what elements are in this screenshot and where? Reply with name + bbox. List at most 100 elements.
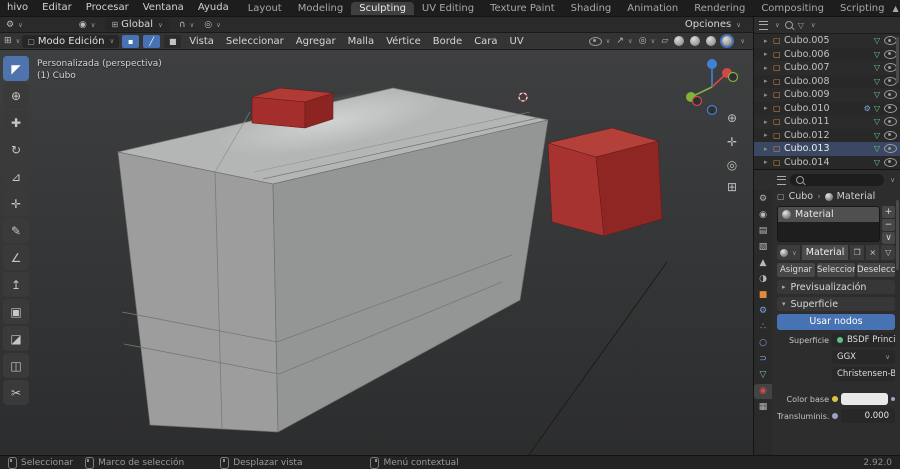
workspace-tab-texture-paint[interactable]: Texture Paint [482, 2, 563, 15]
slot-specials-button[interactable]: ∨ [882, 232, 895, 244]
workspace-tab-uv-editing[interactable]: UV Editing [414, 2, 482, 15]
shading-rendered-button[interactable] [722, 36, 733, 46]
properties-search-input[interactable] [790, 174, 885, 186]
navigation-gizmo[interactable] [686, 59, 739, 116]
scene-canvas[interactable] [30, 50, 753, 455]
outliner-row-cubo-012[interactable]: ▸ ▢ Cubo.012 ▽ [754, 129, 900, 143]
breadcrumb-object[interactable]: Cubo [789, 191, 814, 202]
shading-material-button[interactable] [706, 36, 717, 46]
face-select-mode-button[interactable]: ■ [164, 34, 182, 48]
render-properties-tab[interactable]: ◉ [755, 208, 771, 223]
breadcrumb-data[interactable]: Material [837, 191, 876, 202]
camera-view-icon[interactable]: ◎ [724, 157, 740, 173]
options-dropdown[interactable]: Opciones ∨ [679, 18, 747, 31]
editor-type-button[interactable]: ⊞ ∨ [4, 36, 20, 46]
workspace-tab-sculpting[interactable]: Sculpting [351, 1, 414, 15]
menu-vertice[interactable]: Vértice [381, 36, 426, 47]
expand-arrow-icon[interactable]: ▸ [764, 37, 773, 45]
transform-orientation-dropdown[interactable]: ⊞ Global ∨ [105, 18, 169, 31]
menu-editar[interactable]: Editar [35, 0, 79, 16]
rotate-tool[interactable]: ↻ [3, 137, 29, 162]
red-cube-1[interactable] [251, 87, 334, 129]
visibility-eye-icon[interactable] [884, 157, 897, 167]
knife-tool[interactable]: ✂ [3, 380, 29, 405]
object-visibility-button[interactable]: ∨ [588, 36, 610, 46]
outliner-display-mode-icon[interactable] [759, 20, 768, 30]
material-properties-tab[interactable]: ◉ [754, 384, 772, 399]
gray-box[interactable] [117, 75, 549, 433]
workspace-tab-modeling[interactable]: Modeling [290, 2, 352, 15]
loop-cut-tool[interactable]: ◫ [3, 353, 29, 378]
assign-button[interactable]: Asignar [777, 263, 815, 277]
workspace-tab-compositing[interactable]: Compositing [753, 2, 832, 15]
zoom-icon[interactable]: ⊕ [724, 110, 740, 126]
vertex-select-mode-button[interactable]: ▪ [122, 34, 140, 48]
3d-viewport[interactable]: Personalizada (perspectiva) (1) Cubo ◤ ⊕… [0, 50, 753, 455]
shading-caret-icon[interactable]: ∨ [740, 37, 745, 45]
expand-arrow-icon[interactable]: ▸ [764, 64, 773, 72]
outliner-row-cubo-005[interactable]: ▸ ▢ Cubo.005 ▽ [754, 34, 900, 48]
bevel-tool[interactable]: ◪ [3, 326, 29, 351]
modifier-properties-tab[interactable]: ⚙ [755, 304, 771, 319]
material-filter-button[interactable]: ▽ [881, 245, 895, 260]
edge-select-mode-button[interactable]: ╱ [143, 34, 161, 48]
expand-arrow-icon[interactable]: ▸ [764, 104, 773, 112]
shading-wireframe-button[interactable] [674, 36, 685, 46]
transform-tool[interactable]: ✛ [3, 191, 29, 216]
properties-editor-icon[interactable] [777, 175, 786, 185]
material-name-field[interactable]: Material [801, 245, 849, 260]
visibility-eye-icon[interactable] [884, 103, 897, 113]
active-tool-button[interactable]: ⚙ ∨ [6, 20, 23, 30]
outliner-scrollbar[interactable] [896, 37, 899, 83]
browse-material-button[interactable]: ∨ [777, 245, 800, 260]
material-slot-item[interactable]: Material [778, 207, 879, 222]
cursor-tool[interactable]: ⊕ [3, 83, 29, 108]
outliner-search-icon[interactable] [784, 21, 793, 29]
menu-agregar[interactable]: Agregar [291, 36, 341, 47]
menu-malla[interactable]: Malla [343, 36, 379, 47]
gizmos-button[interactable]: ↗ ∨ [616, 36, 632, 46]
material-slot-list[interactable]: Material [777, 206, 880, 242]
menu-vista[interactable]: Vista [184, 36, 219, 47]
scale-tool[interactable]: ⊿ [3, 164, 29, 189]
visibility-eye-icon[interactable] [884, 130, 897, 140]
workspace-tab-layout[interactable]: Layout [240, 2, 290, 15]
properties-filter-caret-icon[interactable]: ∨ [890, 176, 895, 184]
visibility-eye-icon[interactable] [884, 90, 897, 100]
outliner-row-cubo-008[interactable]: ▸ ▢ Cubo.008 ▽ [754, 75, 900, 89]
expand-arrow-icon[interactable]: ▸ [764, 91, 773, 99]
outliner-row-cubo-013[interactable]: ▸ ▢ Cubo.013 ▽ [754, 142, 900, 156]
menu-borde[interactable]: Borde [428, 36, 467, 47]
texture-properties-tab[interactable]: ▦ [755, 400, 771, 415]
visibility-eye-icon[interactable] [884, 117, 897, 127]
copy-material-button[interactable]: ❐ [850, 245, 864, 260]
move-tool[interactable]: ✚ [3, 110, 29, 135]
pivot-point-button[interactable]: ◉ ∨ [79, 20, 96, 30]
panel-previsualizacion[interactable]: ▸ Previsualización [777, 280, 895, 294]
snap-button[interactable]: ∩ ∨ [179, 20, 194, 30]
overlays-button[interactable]: ◎ ∨ [639, 36, 656, 46]
menu-cara[interactable]: Cara [469, 36, 502, 47]
workspace-tab-shading[interactable]: Shading [563, 2, 620, 15]
expand-arrow-icon[interactable]: ▸ [764, 77, 773, 85]
menu-archivo[interactable]: hivo [0, 0, 35, 16]
proportional-editing-button[interactable]: ◎ ∨ [204, 20, 221, 30]
object-data-properties-tab[interactable]: ▽ [755, 368, 771, 383]
outliner-filter-icon[interactable]: ▽ [798, 21, 804, 30]
outliner-row-cubo-010[interactable]: ▸ ▢ Cubo.010 ⚙ ▽ [754, 102, 900, 116]
menu-ayuda[interactable]: Ayuda [191, 0, 236, 16]
outliner-row-cubo-014[interactable]: ▸ ▢ Cubo.014 ▽ [754, 156, 900, 170]
workspace-tab-scripting[interactable]: Scripting [832, 2, 892, 15]
expand-arrow-icon[interactable]: ▸ [764, 131, 773, 139]
expand-arrow-icon[interactable]: ▸ [764, 50, 773, 58]
add-slot-button[interactable]: + [882, 206, 895, 218]
workspace-tab-rendering[interactable]: Rendering [686, 2, 753, 15]
surface-shader-dropdown[interactable]: BSDF Princip... [832, 333, 895, 347]
panel-superficie[interactable]: ▾ Superficie [777, 297, 895, 311]
workspace-tab-animation[interactable]: Animation [619, 2, 686, 15]
red-cube-2[interactable] [547, 127, 663, 237]
properties-scrollbar[interactable] [896, 200, 899, 270]
extrude-tool[interactable]: ↥ [3, 272, 29, 297]
outliner-row-cubo-007[interactable]: ▸ ▢ Cubo.007 ▽ [754, 61, 900, 75]
menu-procesar[interactable]: Procesar [79, 0, 136, 16]
